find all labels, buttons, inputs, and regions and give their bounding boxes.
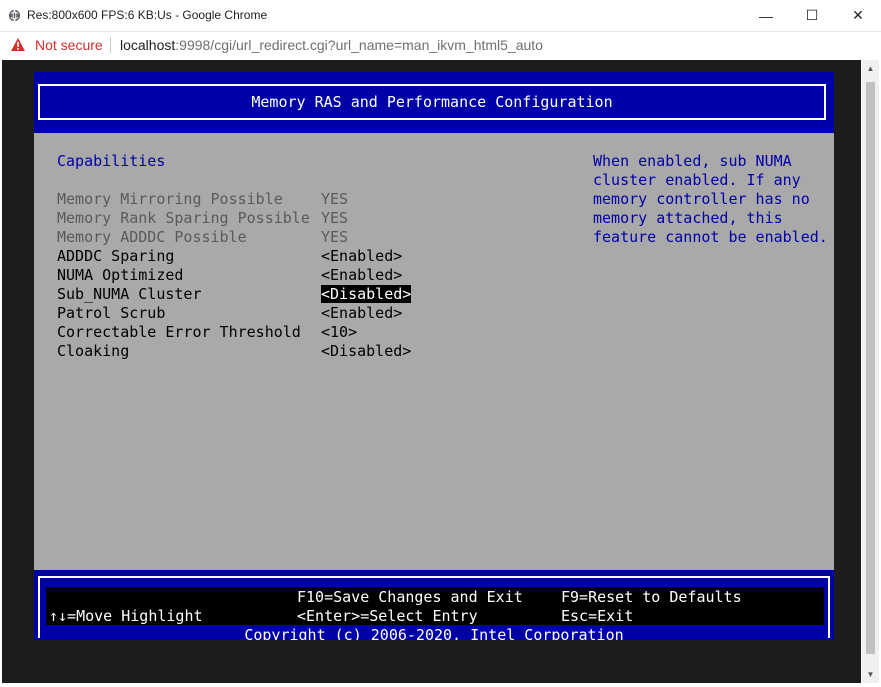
url-path: :9998/cgi/url_redirect.cgi?url_name=man_… <box>175 37 543 53</box>
window-title: Res:800x600 FPS:6 KB:Us - Google Chrome <box>27 8 268 22</box>
key-hint-save-exit: F10=Save Changes and Exit <box>297 588 523 606</box>
close-button[interactable]: ✕ <box>835 0 881 31</box>
option-sub-numa-cluster-selected[interactable]: <Disabled> <box>321 285 412 303</box>
row-label-rank-sparing: Memory Rank Sparing Possible <box>57 209 310 227</box>
minimize-icon: — <box>759 7 773 24</box>
kvm-canvas[interactable]: Memory RAS and Performance Configuration… <box>2 60 861 683</box>
row-label-cloaking[interactable]: Cloaking <box>57 342 129 360</box>
scroll-down-arrow-icon[interactable]: ▼ <box>862 666 879 683</box>
page-viewport: Memory RAS and Performance Configuration… <box>0 59 881 687</box>
row-label-numa-optimized[interactable]: NUMA Optimized <box>57 266 183 284</box>
section-heading: Capabilities <box>57 152 166 170</box>
scrollbar-thumb[interactable] <box>866 82 875 654</box>
app-globe-icon <box>8 9 21 22</box>
option-patrol-scrub[interactable]: <Enabled> <box>321 304 402 322</box>
window-titlebar: Res:800x600 FPS:6 KB:Us - Google Chrome … <box>0 0 881 32</box>
option-cloaking[interactable]: <Disabled> <box>321 342 411 360</box>
row-label-adddc-sparing[interactable]: ADDDC Sparing <box>57 247 174 265</box>
scroll-up-arrow-icon[interactable]: ▲ <box>862 60 879 77</box>
option-error-threshold[interactable]: <10> <box>321 323 357 341</box>
maximize-button[interactable]: ☐ <box>789 0 835 31</box>
warning-triangle-icon[interactable] <box>10 37 26 53</box>
key-hint-exit: Esc=Exit <box>561 607 634 625</box>
address-bar[interactable]: Not secure localhost:9998/cgi/url_redire… <box>0 32 881 59</box>
option-numa-optimized[interactable]: <Enabled> <box>321 266 402 284</box>
key-hint-move-highlight: ↑↓=Move Highlight <box>49 607 203 625</box>
address-divider <box>110 37 111 53</box>
url-host: localhost <box>120 37 176 53</box>
close-icon: ✕ <box>852 7 864 23</box>
help-text-line: cluster enabled. If any <box>593 171 801 189</box>
help-text-line: When enabled, sub NUMA <box>593 152 792 170</box>
minimize-button[interactable]: — <box>743 0 789 31</box>
row-label-adddc-possible: Memory ADDDC Possible <box>57 228 247 246</box>
help-text-line: memory controller has no <box>593 190 810 208</box>
bios-bottom-strip <box>34 640 834 670</box>
bios-title-frame: Memory RAS and Performance Configuration <box>38 84 826 120</box>
row-value-rank-sparing: YES <box>321 209 349 227</box>
bios-header: Memory RAS and Performance Configuration <box>34 72 834 133</box>
row-label-sub-numa-cluster[interactable]: Sub_NUMA Cluster <box>57 285 202 303</box>
bios-page-title: Memory RAS and Performance Configuration <box>251 93 613 111</box>
help-text-line: memory attached, this <box>593 209 783 227</box>
help-text-line: feature cannot be enabled. <box>593 228 828 246</box>
bios-footer: F10=Save Changes and Exit F9=Reset to De… <box>34 570 834 644</box>
row-value-memory-mirroring: YES <box>321 190 349 208</box>
bios-screen[interactable]: Memory RAS and Performance Configuration… <box>34 72 834 670</box>
key-hint-reset-defaults: F9=Reset to Defaults <box>561 588 742 606</box>
key-hint-select-entry: <Enter>=Select Entry <box>297 607 478 625</box>
url-text[interactable]: localhost:9998/cgi/url_redirect.cgi?url_… <box>120 37 543 53</box>
row-label-error-threshold[interactable]: Correctable Error Threshold <box>57 323 301 341</box>
vertical-scrollbar[interactable]: ▲ ▼ <box>862 60 879 683</box>
row-value-adddc-possible: YES <box>321 228 349 246</box>
option-adddc-sparing[interactable]: <Enabled> <box>321 247 402 265</box>
row-label-patrol-scrub[interactable]: Patrol Scrub <box>57 304 165 322</box>
security-status-label[interactable]: Not secure <box>35 37 103 53</box>
maximize-icon: ☐ <box>805 7 819 23</box>
row-label-memory-mirroring: Memory Mirroring Possible <box>57 190 283 208</box>
